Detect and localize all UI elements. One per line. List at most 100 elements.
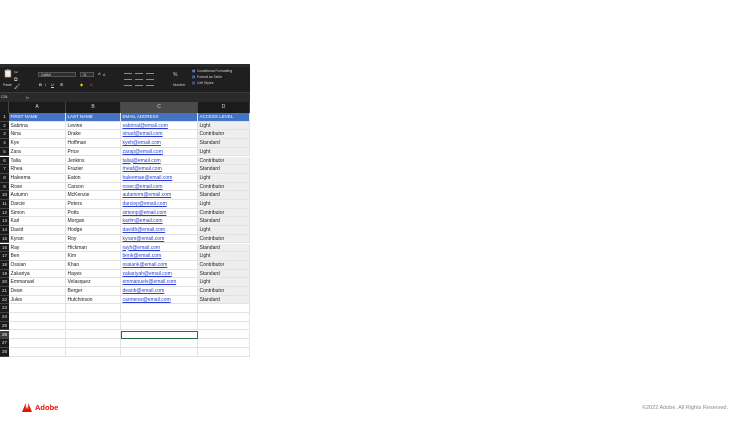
align-middle-icon[interactable]	[135, 73, 143, 74]
row-header[interactable]: 10	[0, 191, 9, 200]
row-header[interactable]: 7	[0, 165, 9, 174]
align-center-icon[interactable]	[135, 79, 143, 80]
cell[interactable]: Autumn	[9, 191, 66, 200]
cell[interactable]: Contributor	[198, 182, 250, 192]
cell[interactable]: rheaf@email.com	[121, 165, 198, 174]
cell[interactable]: Rose	[9, 182, 66, 192]
row-header[interactable]: 16	[0, 243, 9, 253]
cell[interactable]: Contributor	[198, 287, 250, 296]
cell[interactable]	[198, 330, 250, 340]
cell[interactable]: Standard	[198, 243, 250, 253]
column-title-a[interactable]: FIRST NAME	[9, 113, 66, 122]
cell[interactable]: Frazier	[66, 165, 121, 174]
row-header[interactable]: 28	[0, 347, 9, 357]
align-top-icon[interactable]	[124, 73, 132, 74]
cell[interactable]: kyranr@email.com	[121, 234, 198, 244]
italic-icon[interactable]: I	[45, 83, 46, 87]
cell[interactable]	[9, 313, 66, 322]
cell[interactable]: taliaj@email.com	[121, 156, 198, 166]
align-bottom-icon[interactable]	[146, 73, 154, 74]
borders-icon[interactable]: ⊞	[60, 83, 63, 87]
cell[interactable]: David	[9, 226, 66, 235]
cell[interactable]	[9, 339, 66, 348]
column-title-b[interactable]: LAST NAME	[66, 113, 121, 122]
cell[interactable]: Kye	[9, 139, 66, 148]
cell[interactable]: Contributor	[198, 208, 250, 218]
font-size-select[interactable]: 11	[80, 72, 94, 77]
row-header[interactable]: 27	[0, 339, 9, 348]
column-title-c[interactable]: EMAIL ADDRESS	[121, 113, 198, 122]
fill-color-icon[interactable]: ◆	[80, 83, 83, 87]
cell[interactable]: Haleema	[9, 173, 66, 183]
indent-icon[interactable]	[124, 85, 132, 86]
cell[interactable]	[66, 321, 121, 331]
wrap-text-icon[interactable]	[135, 85, 143, 86]
cell[interactable]: simonp@email.com	[121, 208, 198, 218]
cell[interactable]	[121, 313, 198, 322]
align-right-icon[interactable]	[146, 79, 154, 80]
row-header[interactable]: 11	[0, 200, 9, 209]
row-header[interactable]: 13	[0, 217, 9, 227]
row-header[interactable]: 5	[0, 147, 9, 157]
row-header[interactable]: 21	[0, 287, 9, 296]
cell[interactable]	[121, 347, 198, 357]
cell[interactable]: Potts	[66, 208, 121, 218]
cell[interactable]: benk@email.com	[121, 252, 198, 261]
cell[interactable]: Kyran	[9, 234, 66, 244]
cell[interactable]: Jules	[9, 295, 66, 305]
row-header[interactable]: 19	[0, 269, 9, 279]
cell[interactable]: carmenw@email.com	[121, 295, 198, 305]
cell[interactable]: darciep@email.com	[121, 200, 198, 209]
row-header[interactable]: 6	[0, 156, 9, 166]
cell[interactable]: Light	[198, 252, 250, 261]
column-header-c[interactable]: C	[121, 102, 198, 113]
row-header[interactable]: 4	[0, 139, 9, 148]
cell[interactable]: Ben	[9, 252, 66, 261]
conditional-formatting-button[interactable]: Conditional Formatting	[197, 69, 232, 73]
cell[interactable]: Light	[198, 147, 250, 157]
cell[interactable]: Peters	[66, 200, 121, 209]
cell[interactable]: Darcie	[9, 200, 66, 209]
font-name-select[interactable]: Calibri	[38, 72, 76, 77]
cell[interactable]: davidh@email.com	[121, 226, 198, 235]
column-header-b[interactable]: B	[66, 102, 121, 113]
cell[interactable]: sabrinal@email.com	[121, 121, 198, 131]
cell[interactable]	[9, 321, 66, 331]
cell[interactable]: Standard	[198, 191, 250, 200]
row-header[interactable]: 25	[0, 321, 9, 331]
bold-icon[interactable]: B	[39, 83, 42, 87]
row-header[interactable]: 15	[0, 234, 9, 244]
increase-font-icon[interactable]: A	[98, 72, 101, 76]
fx-icon[interactable]: fx	[26, 95, 29, 100]
cell[interactable]	[121, 330, 198, 340]
cell[interactable]: karlm@email.com	[121, 217, 198, 227]
row-header[interactable]: 26	[0, 330, 9, 340]
format-as-table-button[interactable]: Format as Table	[197, 75, 222, 79]
cell[interactable]: Light	[198, 173, 250, 183]
cell[interactable]: Roy	[66, 234, 121, 244]
cell[interactable]: Morgan	[66, 217, 121, 227]
cell[interactable]: Sabrina	[9, 121, 66, 131]
cell[interactable]: rayh@email.com	[121, 243, 198, 253]
paste-icon[interactable]: 📋	[3, 70, 13, 78]
cell[interactable]	[9, 347, 66, 357]
cell[interactable]: rosec@email.com	[121, 182, 198, 192]
cell[interactable]: Contributor	[198, 130, 250, 140]
cell[interactable]: Price	[66, 147, 121, 157]
row-header[interactable]: 3	[0, 130, 9, 140]
cell[interactable]: Hayes	[66, 269, 121, 279]
cell[interactable]: Rhea	[9, 165, 66, 174]
cell[interactable]	[66, 339, 121, 348]
cell[interactable]: ossiank@email.com	[121, 260, 198, 270]
column-header-d[interactable]: D	[198, 102, 250, 113]
cell[interactable]	[198, 313, 250, 322]
cell[interactable]: Contributor	[198, 234, 250, 244]
cell[interactable]: Hickman	[66, 243, 121, 253]
cell[interactable]: Simon	[9, 208, 66, 218]
row-header[interactable]: 24	[0, 313, 9, 322]
cell[interactable]: Hoffman	[66, 139, 121, 148]
format-painter-icon[interactable]: 🖌	[14, 84, 20, 90]
cell[interactable]	[9, 330, 66, 340]
cell[interactable]: Light	[198, 121, 250, 131]
cell[interactable]	[66, 330, 121, 340]
